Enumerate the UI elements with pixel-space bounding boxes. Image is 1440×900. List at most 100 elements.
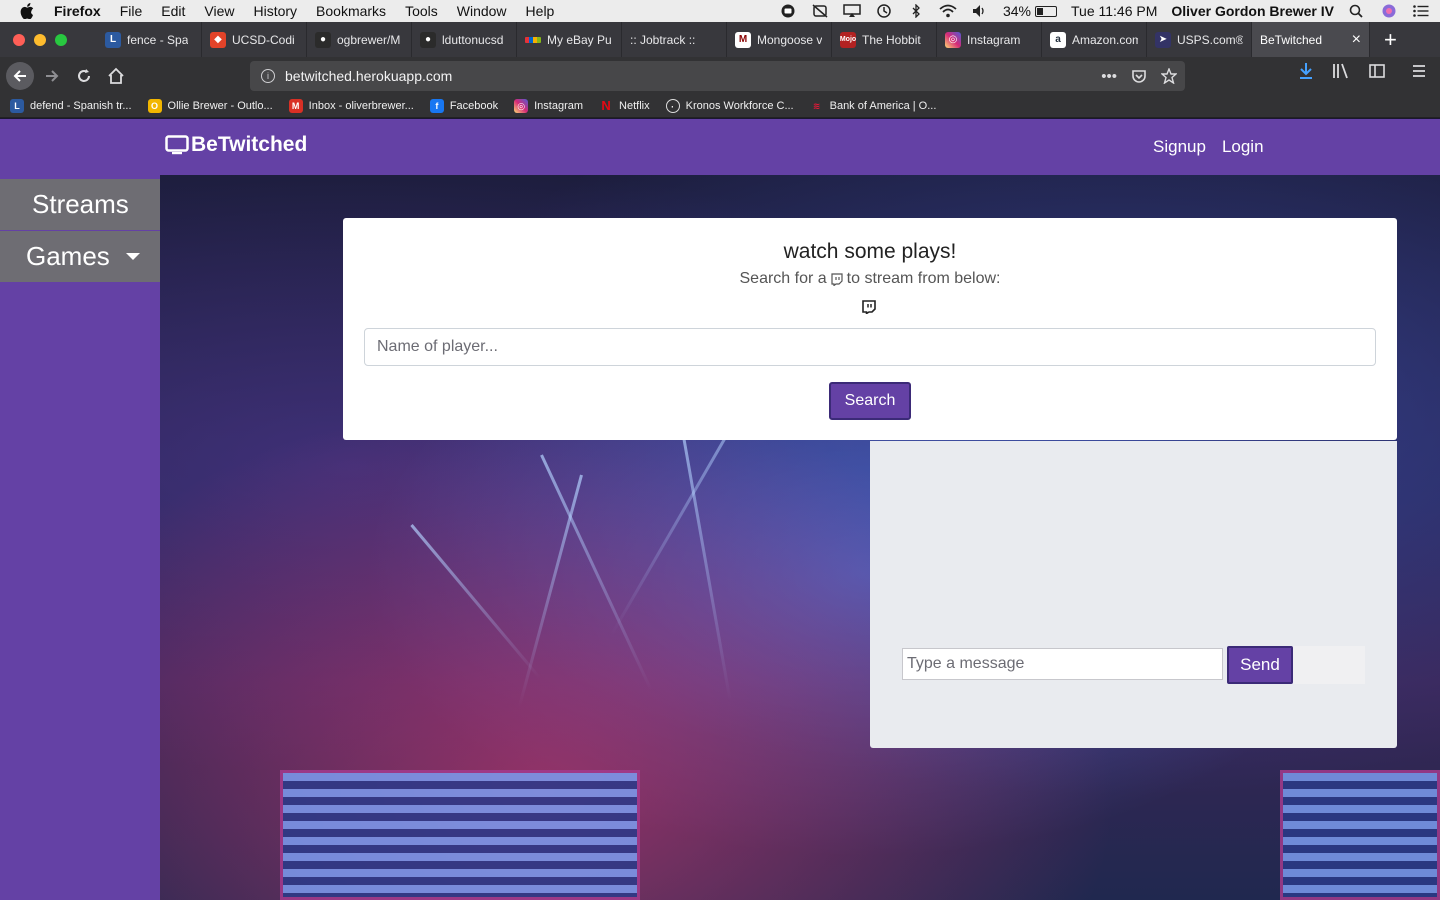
stage-led-screen: [1280, 770, 1440, 900]
volume-icon[interactable]: [971, 4, 989, 18]
sidebar-item-streams[interactable]: Streams: [0, 179, 160, 230]
tab-spanishdict[interactable]: Lfence - Spa: [97, 22, 202, 57]
gitlab-icon: ◆: [210, 31, 226, 48]
tab-gitlab[interactable]: ◆ UCSD-Codi: [202, 22, 307, 57]
navigation-toolbar: i betwitched.herokuapp.com •••: [0, 57, 1440, 95]
bookmark-facebook[interactable]: f Facebook: [429, 99, 499, 113]
spotlight-search-icon[interactable]: [1348, 4, 1366, 18]
bookmark-netflix[interactable]: N Netflix: [599, 99, 650, 113]
login-link[interactable]: Login: [1222, 137, 1264, 157]
spanishdict-icon: L: [10, 99, 24, 113]
tab-the-hobbit[interactable]: Mojo The Hobbit: [832, 22, 937, 57]
search-button[interactable]: Search: [829, 382, 911, 420]
bookmark-label: Kronos Workforce C...: [685, 100, 794, 112]
tab-github-lduttonucsd[interactable]: ● lduttonucsd: [412, 22, 517, 57]
page-actions-icon[interactable]: •••: [1101, 68, 1117, 85]
tab-label: USPS.com®: [1177, 32, 1243, 47]
address-bar[interactable]: i betwitched.herokuapp.com •••: [250, 61, 1185, 91]
menu-app-firefox[interactable]: Firefox: [54, 3, 101, 19]
twitch-icon: [831, 272, 843, 286]
record-icon[interactable]: [779, 4, 797, 18]
bookmark-star-icon[interactable]: [1161, 67, 1177, 84]
mongoose-icon: M: [735, 31, 751, 48]
tab-ebay[interactable]: My eBay Pu: [517, 22, 622, 57]
chat-message-input[interactable]: [902, 648, 1223, 680]
chevron-down-icon: [125, 253, 140, 260]
menu-help[interactable]: Help: [526, 3, 555, 19]
bookmark-instagram[interactable]: ◎ Instagram: [514, 99, 583, 113]
minimize-window-button[interactable]: [34, 33, 46, 46]
tab-label: ogbrewer/M: [337, 32, 401, 47]
close-tab-icon[interactable]: ×: [1346, 31, 1361, 49]
bookmark-spanishdict[interactable]: Ldefend - Spanish tr...: [10, 99, 132, 113]
tab-mongoose[interactable]: M Mongoose v: [727, 22, 832, 57]
time-machine-icon[interactable]: [875, 4, 893, 18]
hamburger-menu-icon[interactable]: [1410, 62, 1428, 80]
tab-jobtrack[interactable]: :: Jobtrack ::: [622, 22, 727, 57]
bookmark-outlook[interactable]: O Ollie Brewer - Outlo...: [147, 99, 273, 113]
airplay-icon[interactable]: [843, 4, 861, 18]
sidebar: Streams Games: [0, 175, 160, 900]
reload-icon: [78, 69, 90, 82]
menu-bookmarks[interactable]: Bookmarks: [316, 3, 386, 19]
apple-icon[interactable]: [20, 3, 34, 19]
siri-icon[interactable]: [1380, 4, 1398, 18]
sidebar-item-label: Games: [26, 241, 110, 271]
light-beam: [410, 524, 542, 680]
tab-strip: Lfence - Spa ◆ UCSD-Codi ● ogbrewer/M ● ldu…: [0, 22, 1440, 57]
brand-logo[interactable]: BeTwitched: [165, 133, 307, 157]
bookmark-label: Facebook: [449, 100, 499, 112]
bookmark-label: Netflix: [619, 100, 650, 112]
sidebar-toggle-icon[interactable]: [1368, 62, 1386, 80]
usps-icon: ➤: [1155, 31, 1171, 48]
window-controls: [13, 33, 67, 46]
bookmark-bank-of-america[interactable]: ≋ Bank of America | O...: [810, 99, 937, 113]
player-search-input[interactable]: [364, 328, 1376, 366]
back-button[interactable]: [6, 62, 34, 90]
notification-center-icon[interactable]: [1412, 4, 1430, 18]
forward-button[interactable]: [38, 62, 66, 90]
menu-tools[interactable]: Tools: [405, 3, 438, 19]
tab-github-ogbrewer[interactable]: ● ogbrewer/M: [307, 22, 412, 57]
bluetooth-icon[interactable]: [907, 4, 925, 18]
close-window-button[interactable]: [13, 33, 25, 46]
menu-history[interactable]: History: [253, 3, 297, 19]
signup-link[interactable]: Signup: [1153, 137, 1206, 157]
reload-button[interactable]: [70, 62, 98, 90]
bookmark-gmail[interactable]: M Inbox - oliverbrewer...: [288, 99, 414, 113]
tab-instagram[interactable]: ◎ Instagram: [937, 22, 1042, 57]
wifi-icon[interactable]: [939, 4, 957, 18]
fullscreen-window-button[interactable]: [55, 33, 67, 46]
menu-edit[interactable]: Edit: [161, 3, 185, 19]
battery-status[interactable]: 34%: [1003, 3, 1057, 19]
tab-label: Amazon.com: [1072, 32, 1138, 47]
tab-label: lduttonucsd: [442, 32, 504, 47]
tab-betwitched[interactable]: BeTwitched ×: [1252, 22, 1370, 57]
site-info-icon[interactable]: i: [261, 69, 275, 83]
tab-label: fence - Spa: [127, 32, 189, 47]
facebook-icon: f: [429, 99, 444, 113]
menu-window[interactable]: Window: [457, 3, 507, 19]
url-text[interactable]: betwitched.herokuapp.com: [285, 68, 452, 84]
mojo-icon: Mojo: [840, 31, 856, 48]
send-button[interactable]: Send: [1227, 646, 1293, 684]
subtitle-prefix: Search for a: [739, 270, 827, 287]
tab-usps[interactable]: ➤ USPS.com®: [1147, 22, 1252, 57]
downloads-icon[interactable]: [1298, 62, 1314, 80]
tab-amazon[interactable]: a Amazon.com: [1042, 22, 1147, 57]
home-button[interactable]: [102, 62, 130, 90]
clock[interactable]: Tue 11:46 PM: [1071, 3, 1157, 19]
subtitle-suffix: to stream from below:: [846, 270, 1001, 287]
sidebar-item-games[interactable]: Games: [0, 231, 160, 282]
bookmark-kronos[interactable]: · Kronos Workforce C...: [665, 99, 794, 113]
notifications-off-icon[interactable]: [811, 4, 829, 18]
globe-icon: ·: [665, 99, 680, 113]
pocket-icon[interactable]: [1131, 68, 1147, 84]
new-tab-icon[interactable]: +: [1384, 27, 1397, 53]
user-name[interactable]: Oliver Gordon Brewer IV: [1171, 3, 1334, 19]
library-icon[interactable]: [1332, 62, 1350, 80]
chat-panel: Send: [870, 441, 1397, 748]
menu-view[interactable]: View: [204, 3, 234, 19]
github-icon: ●: [420, 31, 436, 48]
menu-file[interactable]: File: [120, 3, 143, 19]
